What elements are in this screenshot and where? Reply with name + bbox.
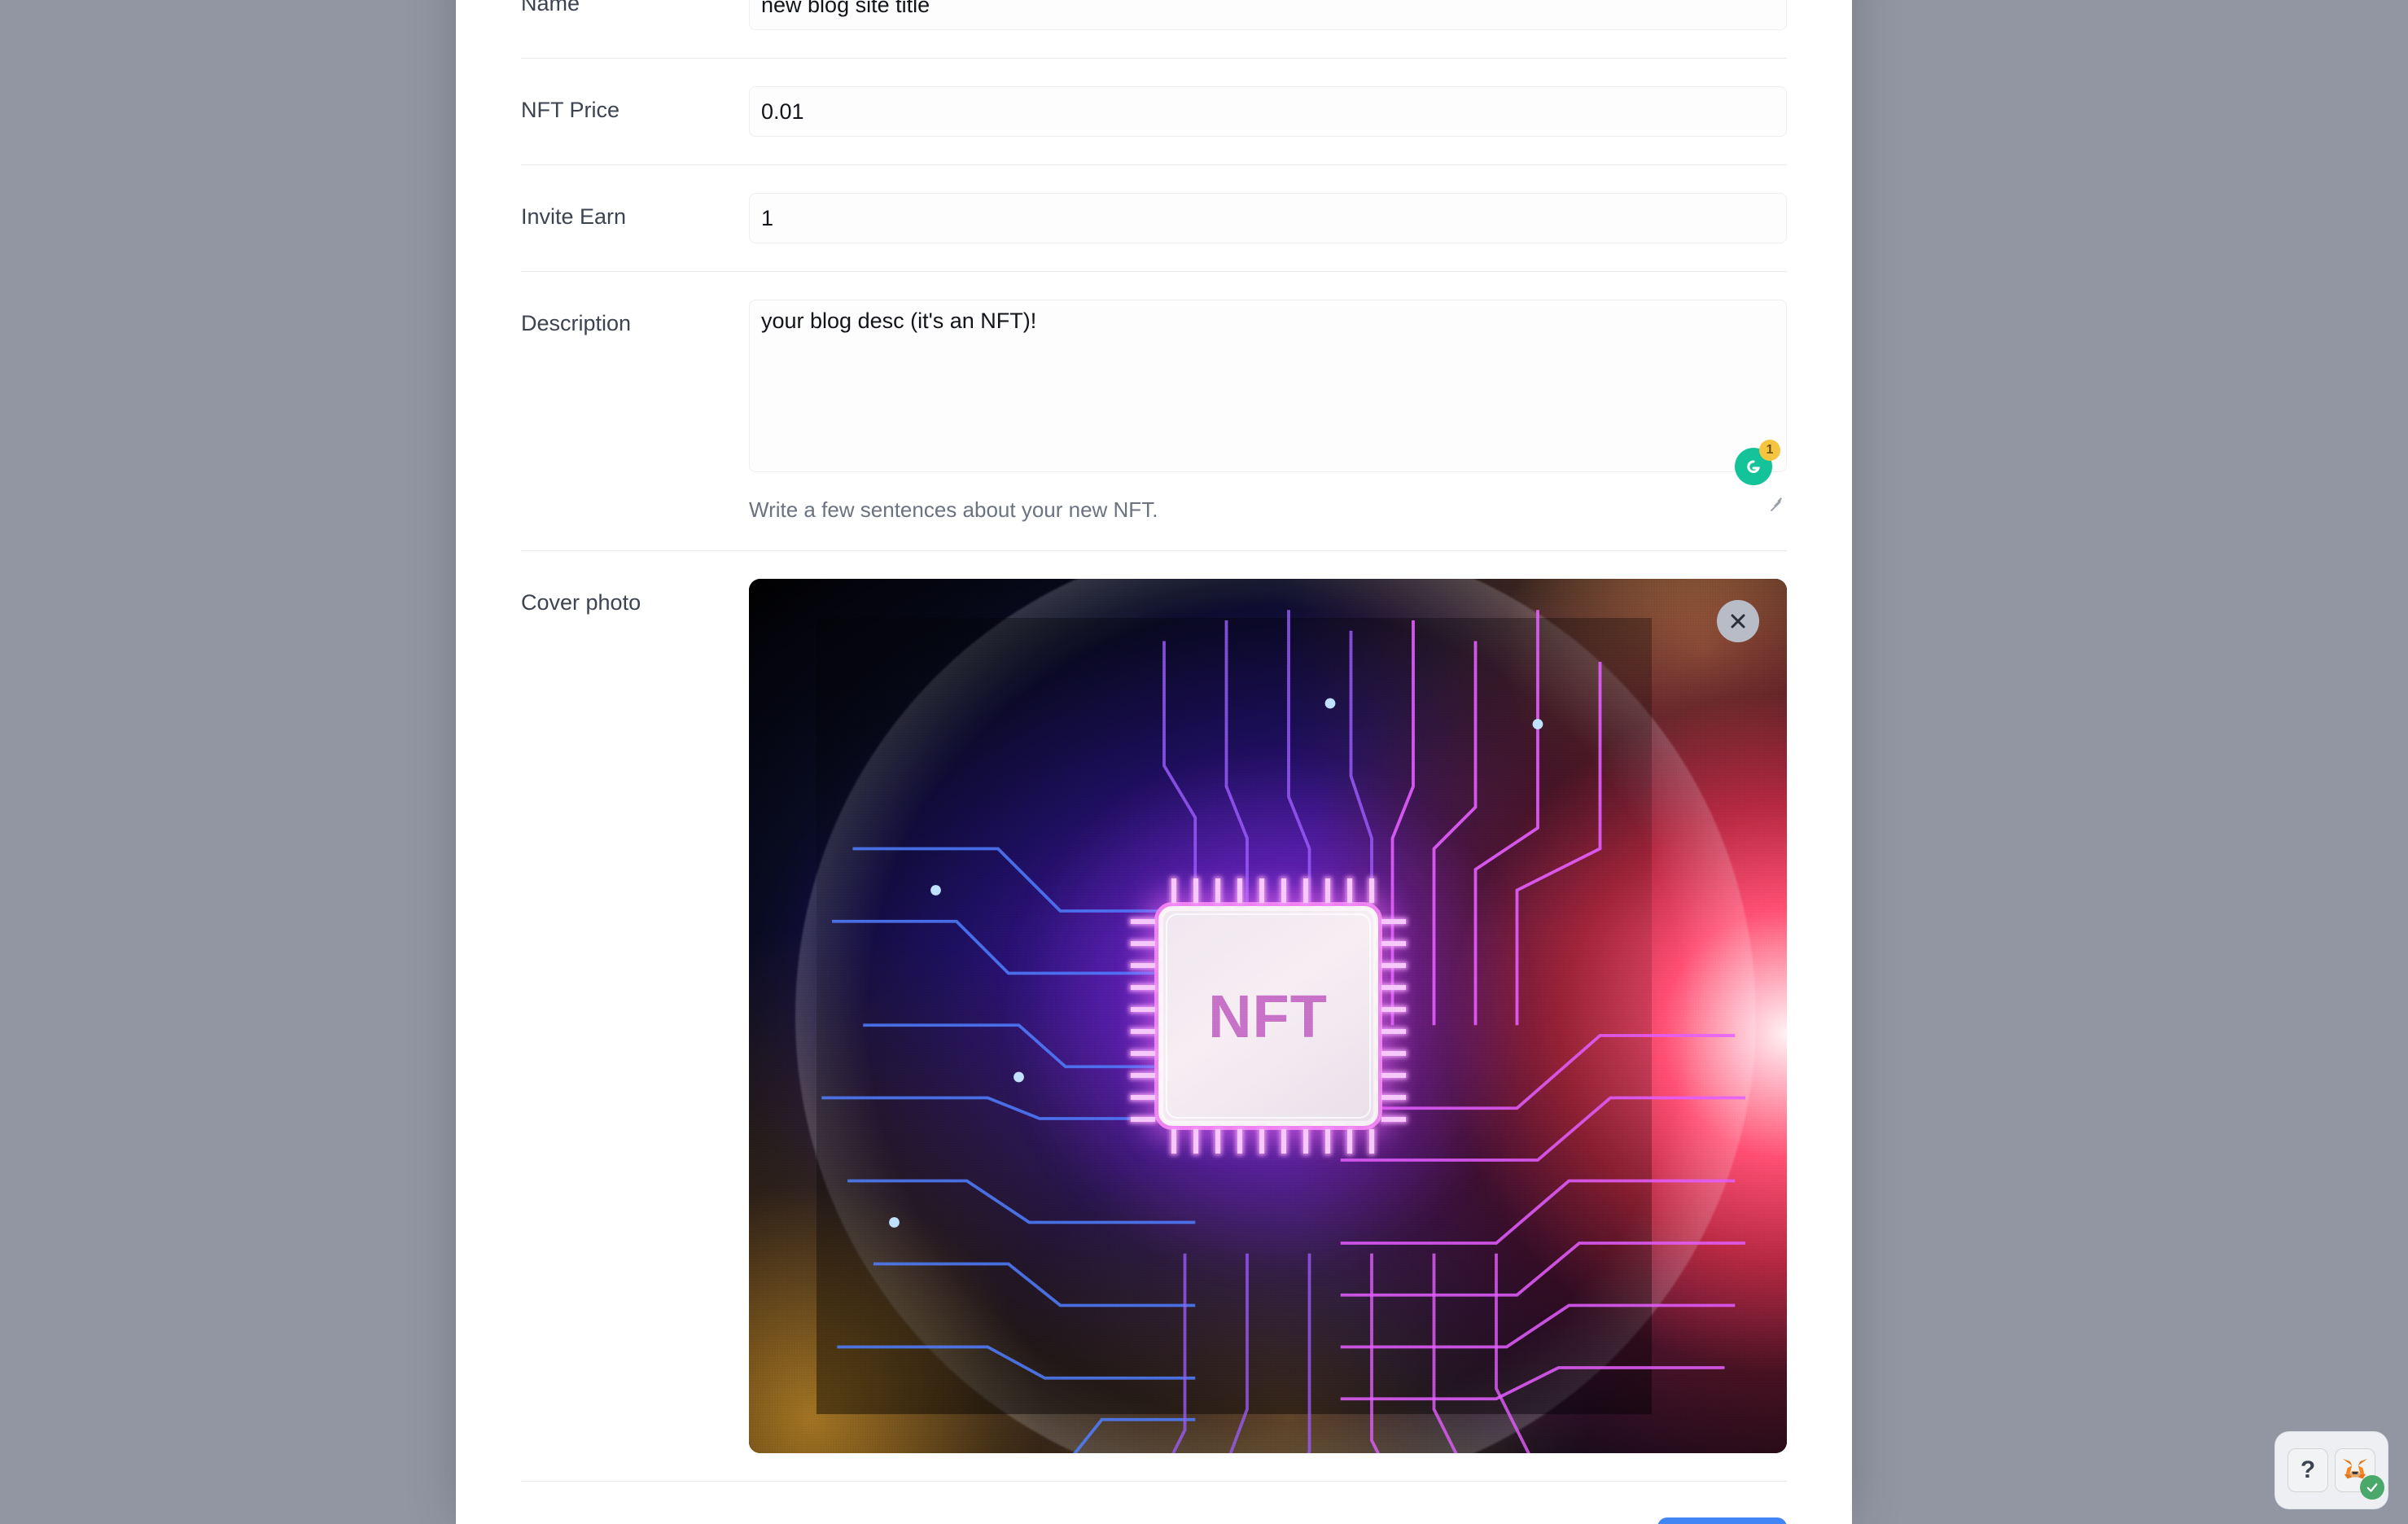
description-help-text: Write a few sentences about your new NFT…	[749, 497, 1158, 522]
field-cover-photo: NFT	[749, 579, 1787, 1453]
image-noise-texture	[749, 579, 1787, 1453]
check-icon	[2360, 1475, 2384, 1500]
field-nft-price	[749, 86, 1787, 137]
label-name: Name	[521, 0, 580, 15]
textarea-resize-handle[interactable]	[1769, 495, 1782, 511]
form-row-nft-price: NFT Price	[521, 58, 1787, 164]
label-cover-photo: Cover photo	[521, 590, 641, 615]
field-name	[749, 0, 1787, 30]
help-button[interactable]: ?	[2288, 1448, 2328, 1492]
description-textarea[interactable]: your blog desc (it's an NFT)!	[749, 300, 1787, 472]
cover-photo-image[interactable]: NFT	[749, 579, 1787, 1453]
label-nft-price: NFT Price	[521, 98, 620, 122]
submit-button[interactable]: Submit	[1657, 1517, 1787, 1524]
nft-price-input[interactable]	[749, 86, 1787, 137]
modal-body: Name NFT Price Invite Earn Description y…	[456, 0, 1852, 1481]
form-row-description: Description your blog desc (it's an NFT)…	[521, 271, 1787, 550]
grammarly-icon[interactable]: 1	[1735, 440, 1780, 485]
wallet-help-widget: ?	[2274, 1431, 2388, 1509]
form-row-cover-photo: Cover photo NFT	[521, 550, 1787, 1481]
field-invite-earn	[749, 193, 1787, 243]
invite-earn-input[interactable]	[749, 193, 1787, 243]
form-row-name: Name	[521, 0, 1787, 58]
grammarly-badge-count: 1	[1759, 440, 1780, 461]
name-input[interactable]	[749, 0, 1787, 30]
cover-photo-wrap: NFT	[749, 579, 1787, 1453]
cancel-button[interactable]: Cancel	[1526, 1519, 1640, 1524]
create-nft-modal: Name NFT Price Invite Earn Description y…	[456, 0, 1852, 1524]
field-description: your blog desc (it's an NFT)! 1 Write a …	[749, 300, 1787, 523]
form-row-invite-earn: Invite Earn	[521, 164, 1787, 271]
close-icon[interactable]	[1717, 600, 1759, 642]
label-description: Description	[521, 311, 632, 335]
modal-footer: Cancel Submit	[521, 1481, 1787, 1524]
label-invite-earn: Invite Earn	[521, 204, 627, 229]
metamask-fox-icon[interactable]	[2335, 1448, 2384, 1500]
